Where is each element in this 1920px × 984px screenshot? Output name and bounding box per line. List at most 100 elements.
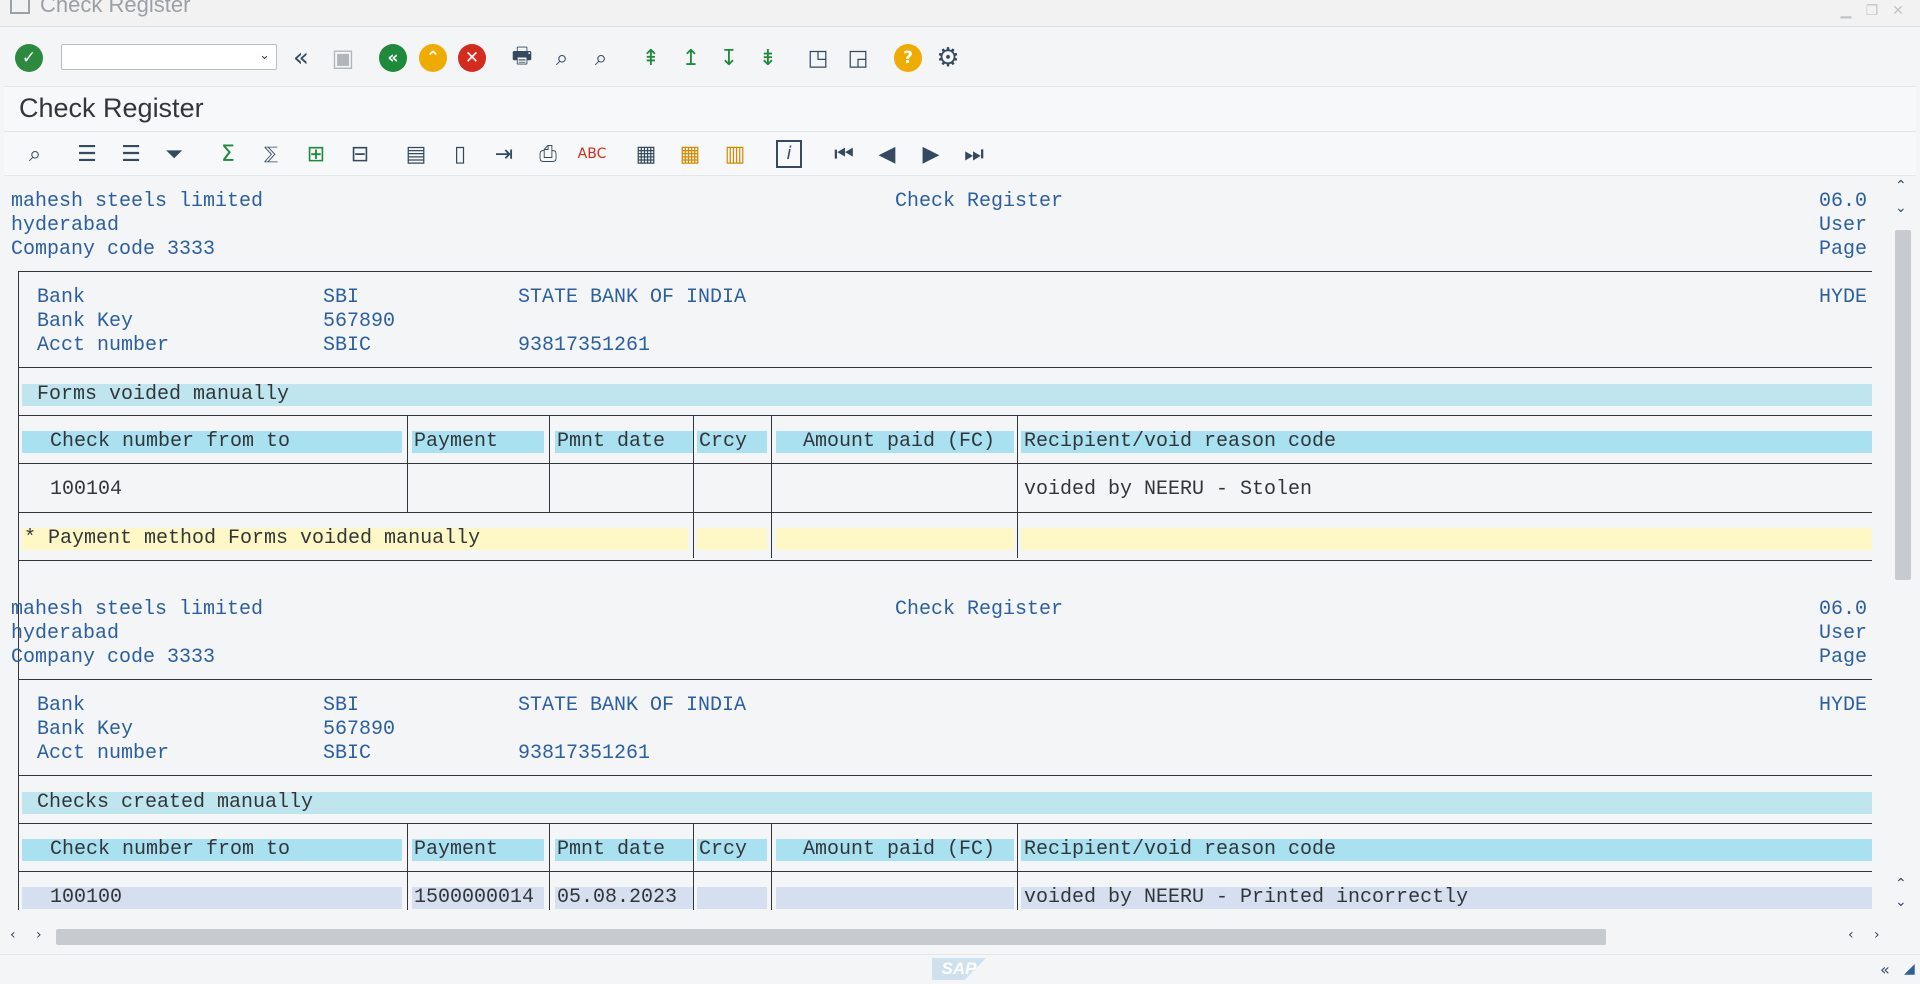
maximize-icon[interactable]: ❐: [1864, 2, 1880, 18]
subtotal-icon[interactable]: ⅀: [256, 139, 286, 169]
status-bar: SAP « ◢: [0, 954, 1920, 984]
chevron-down-icon[interactable]: ⌄: [259, 47, 270, 63]
header-page: Page: [1819, 646, 1868, 669]
select-layout-icon[interactable]: ▦: [675, 139, 705, 169]
subtotal-cell: [1021, 528, 1872, 550]
row-payment-date[interactable]: 05.08.2023: [557, 886, 677, 910]
scroll-left-icon[interactable]: ‹: [1848, 927, 1854, 943]
save-icon[interactable]: ▣: [328, 43, 358, 73]
total-icon[interactable]: Σ: [213, 139, 243, 169]
divider: [18, 775, 1872, 776]
previous-page-icon[interactable]: ↥: [676, 43, 706, 73]
column-currency: Crcy: [699, 430, 748, 453]
acct-code: SBIC: [323, 742, 372, 765]
group-title: Forms voided manually: [37, 383, 290, 406]
create-session-icon[interactable]: ◳: [803, 43, 833, 73]
close-window-icon[interactable]: ✕: [1890, 2, 1906, 18]
command-field[interactable]: ⌄: [61, 44, 277, 70]
scroll-right-icon[interactable]: ›: [1874, 927, 1880, 943]
vertical-scroll-thumb[interactable]: [1895, 230, 1911, 580]
next-page-icon[interactable]: ▶: [916, 139, 946, 169]
minimize-icon[interactable]: ▁: [1838, 2, 1854, 18]
divider: [407, 415, 408, 513]
expand-icon[interactable]: ⊞: [301, 139, 331, 169]
bank-city: HYDE: [1819, 694, 1868, 717]
scroll-left-icon[interactable]: ‹: [10, 927, 16, 943]
abc-analysis-icon[interactable]: ABC: [577, 139, 607, 169]
find-next-icon[interactable]: ⌕: [586, 43, 616, 73]
scroll-up-icon[interactable]: ⌃: [1895, 876, 1907, 892]
first-page-icon[interactable]: ⏮: [829, 139, 859, 169]
row-cell: [697, 887, 767, 909]
vertical-scrollbar[interactable]: ⌃ ⌄ ⌃ ⌄: [1888, 178, 1912, 910]
divider: [771, 823, 772, 910]
divider: [18, 271, 1872, 272]
report-list: mahesh steels limited Check Register 06.…: [0, 178, 1872, 910]
divider: [407, 823, 408, 910]
group-band: [22, 384, 1872, 406]
back-icon[interactable]: «: [378, 43, 408, 73]
save-layout-icon[interactable]: ▥: [720, 139, 750, 169]
last-page-icon[interactable]: ⏭: [959, 139, 989, 169]
exit-icon[interactable]: ⌃: [418, 43, 448, 73]
row-check-number[interactable]: 100104: [50, 478, 122, 502]
local-file-icon[interactable]: ⇥: [489, 139, 519, 169]
company-city: hyderabad: [11, 622, 120, 645]
spreadsheet-icon[interactable]: ▤: [401, 139, 431, 169]
previous-page-icon[interactable]: ◀: [872, 139, 902, 169]
word-processing-icon[interactable]: ▯: [445, 139, 475, 169]
divider: [18, 679, 19, 910]
print-icon[interactable]: 🖶: [507, 43, 537, 73]
divider: [18, 679, 1872, 680]
subtotal-cell: [776, 528, 1014, 550]
row-reason[interactable]: voided by NEERU - Printed incorrectly: [1024, 886, 1468, 910]
group-title: Checks created manually: [37, 791, 314, 814]
horizontal-scroll-thumb[interactable]: [56, 929, 1606, 945]
scroll-right-icon[interactable]: ›: [36, 927, 42, 943]
enter-icon[interactable]: ✓: [14, 43, 44, 73]
report-title: Check Register: [895, 190, 1064, 213]
information-icon[interactable]: i: [774, 139, 804, 169]
sort-ascending-icon[interactable]: ☰: [72, 139, 102, 169]
column-currency: Crcy: [699, 838, 748, 861]
find-icon[interactable]: ⌕: [547, 43, 577, 73]
details-icon[interactable]: ⌕: [20, 139, 50, 169]
sort-descending-icon[interactable]: ☰: [116, 139, 146, 169]
title-area: Check Register: [4, 86, 1916, 132]
bank-id: SBI: [323, 694, 360, 717]
scroll-down-icon[interactable]: ⌄: [1895, 200, 1907, 216]
print-preview-icon[interactable]: ⎙: [533, 139, 563, 169]
next-page-icon[interactable]: ↧: [714, 43, 744, 73]
company-code: Company code 3333: [11, 238, 216, 261]
resize-grip-icon: ◢: [1904, 961, 1915, 977]
window-title-bar: Check Register ▁ ❐ ✕: [0, 0, 1920, 27]
company-name: mahesh steels limited: [11, 190, 264, 213]
acct-number: 93817351261: [518, 742, 651, 765]
acct-code: SBIC: [323, 334, 372, 357]
column-amount-paid: Amount paid (FC): [803, 430, 996, 453]
scroll-down-icon[interactable]: ⌄: [1895, 894, 1907, 910]
cancel-icon[interactable]: ✕: [457, 43, 487, 73]
column-recipient-reason: Recipient/void reason code: [1024, 430, 1337, 453]
divider: [771, 415, 772, 558]
row-reason[interactable]: voided by NEERU - Stolen: [1024, 478, 1312, 502]
filter-icon[interactable]: ⏷: [159, 139, 189, 169]
bank-key: 567890: [323, 718, 396, 741]
generate-shortcut-icon[interactable]: ◲: [843, 43, 873, 73]
divider: [18, 512, 1872, 513]
collapse-icon[interactable]: ⊟: [345, 139, 375, 169]
horizontal-scrollbar[interactable]: ‹ › ‹ ›: [0, 924, 1920, 950]
customize-layout-icon[interactable]: ⚙: [933, 43, 963, 73]
first-page-icon[interactable]: ⇞: [636, 43, 666, 73]
collapse-status-icon[interactable]: «: [1880, 960, 1890, 979]
divider: [693, 415, 694, 558]
help-icon[interactable]: ?: [893, 43, 923, 73]
divider: [693, 823, 694, 910]
change-layout-icon[interactable]: ▦: [631, 139, 661, 169]
back-double-icon[interactable]: «: [286, 43, 316, 73]
bank-label: Bank: [37, 286, 86, 309]
scroll-up-icon[interactable]: ⌃: [1895, 178, 1907, 194]
row-payment[interactable]: 1500000014: [414, 886, 534, 910]
last-page-icon[interactable]: ⇟: [753, 43, 783, 73]
row-check-number[interactable]: 100100: [50, 886, 122, 910]
